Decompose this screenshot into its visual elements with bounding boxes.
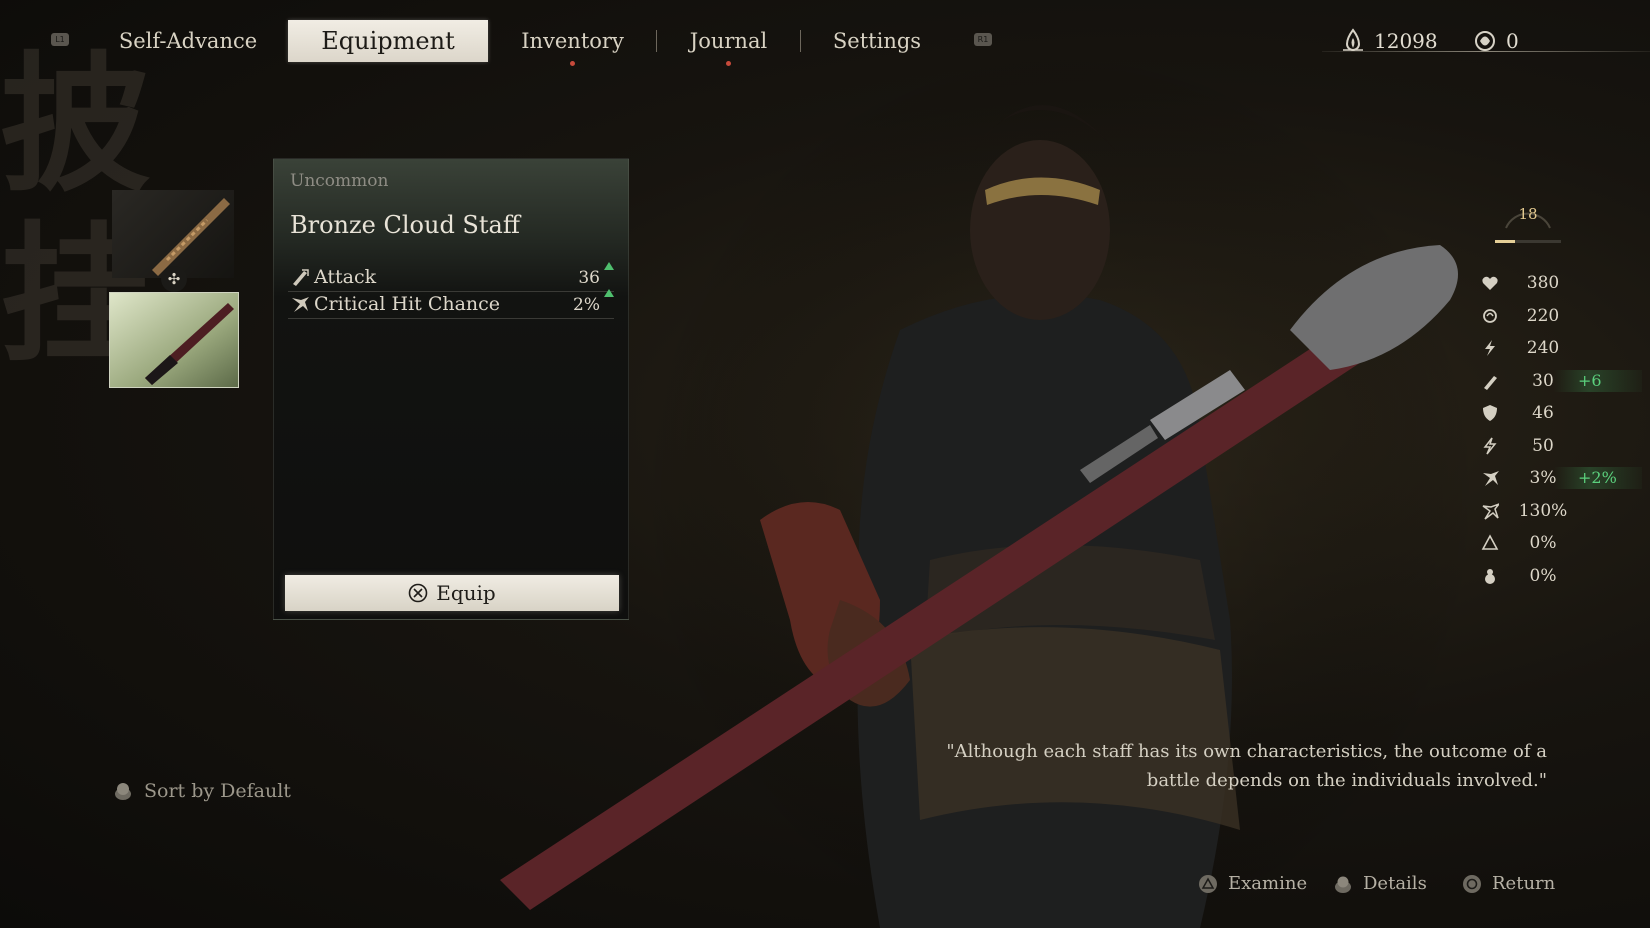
character-stat-row: +2% 3% (1478, 467, 1648, 491)
stat-label: Attack (314, 266, 377, 288)
left-stick-icon (1335, 876, 1351, 893)
level-progress-bar (1495, 240, 1561, 243)
return-label: Return (1492, 873, 1556, 894)
stat-value: 240 (1526, 338, 1560, 358)
equip-label: Equip (436, 581, 496, 605)
stat-increase-arrow-icon (604, 289, 614, 297)
stat-value: 46 (1532, 403, 1554, 423)
tab-settings[interactable]: Settings (825, 20, 929, 62)
item-stat-critical-hit-chance: Critical Hit Chance 2% (288, 289, 614, 319)
stat-value: 0% (1529, 533, 1557, 553)
return-hint[interactable]: Return (1462, 873, 1555, 894)
character-stat-row: 220 (1478, 305, 1648, 329)
crit-damage-icon (1482, 502, 1499, 520)
examine-label: Examine (1228, 873, 1308, 894)
gourd-icon (1485, 568, 1495, 584)
sort-label: Sort by Default (144, 780, 291, 802)
stat-value: 2% (573, 295, 600, 315)
details-hint[interactable]: Details (1333, 873, 1427, 894)
equip-button[interactable]: Equip (285, 575, 619, 611)
stat-increase-arrow-icon (604, 262, 614, 270)
item-stat-attack: Attack 36 (288, 262, 614, 292)
examine-hint[interactable]: Examine (1198, 873, 1307, 894)
item-rarity: Uncommon (290, 171, 389, 191)
item-thumbnail-bronze-cloud-staff[interactable] (112, 190, 234, 278)
stamina-recovery-icon (1483, 437, 1497, 454)
tab-self-advance[interactable]: Self-Advance (110, 20, 266, 62)
stat-value: 130% (1518, 500, 1568, 521)
stat-value: 0% (1529, 565, 1557, 586)
character-stat-row: 50 (1478, 435, 1648, 459)
details-label: Details (1363, 873, 1427, 894)
item-flavor-quote: "Although each staff has its own charact… (946, 741, 1547, 791)
character-level: 18 (1498, 188, 1558, 238)
sparks-amount: 0 (1506, 29, 1519, 53)
stat-label: Critical Hit Chance (314, 293, 501, 315)
character-stat-row: 0% (1478, 565, 1648, 589)
sort-control[interactable]: Sort by Default (112, 780, 291, 802)
circle-button-icon (1463, 874, 1481, 893)
will-amount: 12098 (1374, 29, 1438, 53)
attack-icon (1484, 375, 1497, 390)
level-progress-fill (1495, 240, 1515, 243)
journal-notification-dot (726, 61, 731, 66)
mana-icon (1483, 308, 1497, 323)
stamina-icon (1485, 340, 1495, 356)
attack-icon (293, 269, 309, 286)
character-stat-row: 0% (1478, 532, 1648, 556)
item-name: Bronze Cloud Staff (290, 211, 520, 239)
l1-button-hint[interactable]: L1 (51, 33, 69, 46)
stat-value: 50 (1532, 435, 1554, 456)
stat-value: 380 (1526, 273, 1560, 293)
tab-inventory[interactable]: Inventory (510, 20, 635, 62)
inventory-notification-dot (570, 61, 575, 66)
level-number: 18 (1518, 205, 1538, 223)
triangle-button-icon (1199, 874, 1217, 893)
character-stat-row: 130% (1478, 500, 1648, 524)
resist-icon (1481, 534, 1499, 550)
right-stick-icon (115, 783, 131, 800)
item-thumbnail-selected-staff[interactable] (109, 292, 239, 388)
top-navigation: L1 Self-Advance Equipment Inventory Jour… (0, 0, 1650, 80)
character-stat-row: 380 (1478, 272, 1648, 296)
equipped-emblem-icon: ✣ (161, 266, 187, 292)
staff-icon (145, 303, 234, 385)
cross-button-icon (408, 583, 428, 603)
stat-value: 220 (1526, 305, 1560, 326)
stat-value: 30 (1532, 370, 1554, 391)
character-stat-row: +6 30 (1478, 369, 1648, 394)
stat-value: 3% (1529, 468, 1557, 488)
crit-icon (1483, 471, 1499, 486)
character-stat-row: 240 (1478, 337, 1648, 361)
nav-separator (656, 30, 657, 52)
currency-underline (1322, 51, 1650, 52)
item-detail-panel: Uncommon Bronze Cloud Staff Attack 36 Cr… (273, 158, 629, 620)
health-icon (1482, 276, 1498, 290)
staff-icon (152, 198, 230, 276)
tab-equipment[interactable]: Equipment (288, 20, 488, 62)
tab-journal[interactable]: Journal (676, 20, 781, 62)
character-stat-row: 46 (1478, 402, 1648, 426)
nav-separator (800, 30, 801, 52)
defense-icon (1483, 405, 1497, 421)
crit-icon (292, 297, 309, 312)
stat-value: 36 (578, 268, 600, 288)
r1-button-hint[interactable]: R1 (974, 33, 992, 46)
